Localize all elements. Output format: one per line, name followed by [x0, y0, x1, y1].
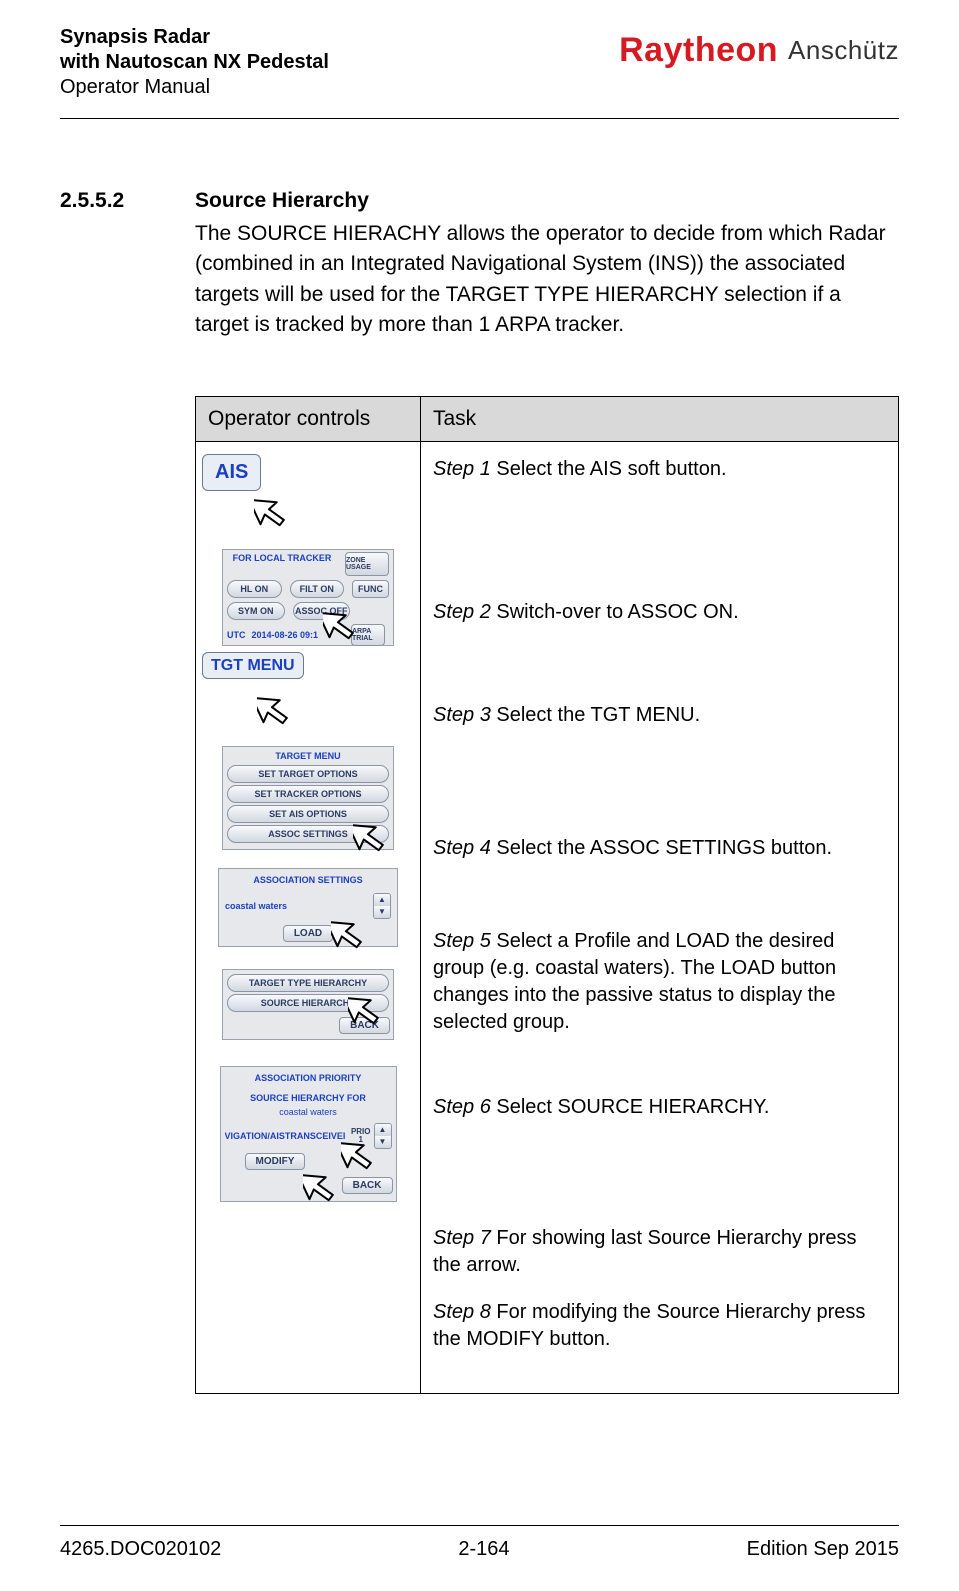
tgt-menu-button[interactable]: TGT MENU [202, 652, 304, 680]
page-footer: 4265.DOC020102 2-164 Edition Sep 2015 [60, 1525, 899, 1561]
section-body: The SOURCE HIERACHY allows the operator … [195, 219, 899, 341]
footer-doc: 4265.DOC020102 [60, 1538, 221, 1561]
association-settings-title: ASSOCIATION SETTINGS [223, 873, 393, 887]
procedure-table: Operator controls Task AIS [195, 396, 899, 1394]
tracker-panel: FOR LOCAL TRACKER ZONE USAGE HL ON FILT … [222, 549, 394, 646]
set-target-options-button[interactable]: SET TARGET OPTIONS [227, 765, 389, 783]
load-button[interactable]: LOAD [283, 925, 333, 942]
brand-raytheon: Raytheon [619, 31, 778, 70]
coastal-waters-label: coastal waters [225, 901, 287, 911]
col-header-task: Task [421, 396, 899, 441]
step-1: Step 1 Select the AIS soft button. [433, 456, 886, 483]
func-button[interactable]: FUNC [352, 580, 389, 598]
pointer-arrow-icon [257, 690, 297, 740]
section-number: 2.5.5.2 [60, 189, 165, 213]
zone-usage-button[interactable]: ZONE USAGE [345, 552, 389, 576]
ais-soft-button[interactable]: AIS [202, 454, 261, 491]
coastal-waters-label-2: coastal waters [221, 1105, 396, 1119]
col-header-controls: Operator controls [196, 396, 421, 441]
header-title-block: Synapsis Radar with Nautoscan NX Pedesta… [60, 25, 329, 100]
hl-on-button[interactable]: HL ON [227, 580, 282, 598]
pointer-arrow-icon [331, 914, 371, 964]
step-2: Step 2 Switch-over to ASSOC ON. [433, 599, 886, 626]
product-line1: Synapsis Radar [60, 25, 329, 50]
utc-date: 2014-08-26 09:1 [246, 630, 319, 640]
pointer-arrow-icon [254, 492, 294, 542]
hierarchy-tabs-panel: TARGET TYPE HIERARCHY SOURCE HIERARCHY B… [222, 969, 394, 1040]
pointer-arrow-icon [353, 817, 393, 867]
pointer-arrow-icon [348, 990, 388, 1040]
step-3: Step 3 Select the TGT MENU. [433, 702, 886, 729]
product-line2: with Nautoscan NX Pedestal [60, 50, 329, 75]
step-5: Step 5 Select a Profile and LOAD the des… [433, 928, 886, 1036]
manual-subtitle: Operator Manual [60, 75, 329, 100]
brand-block: Raytheon Anschütz [619, 25, 899, 70]
target-menu-panel: TARGET MENU SET TARGET OPTIONS SET TRACK… [222, 746, 394, 850]
association-priority-panel: ASSOCIATION PRIORITY SOURCE HIERARCHY FO… [220, 1066, 397, 1202]
footer-edition: Edition Sep 2015 [747, 1538, 899, 1561]
sym-on-button[interactable]: SYM ON [227, 602, 285, 620]
footer-page: 2-164 [458, 1538, 509, 1561]
local-tracker-label: FOR LOCAL TRACKER [223, 550, 341, 578]
pointer-arrow-icon [341, 1135, 381, 1185]
pointer-arrow-icon [323, 605, 363, 655]
page-header: Synapsis Radar with Nautoscan NX Pedesta… [60, 25, 899, 100]
association-settings-panel: ASSOCIATION SETTINGS coastal waters ▲▼ L… [218, 868, 398, 947]
vigation-label: VIGATION/AISTRANSCEIVEI [225, 1131, 348, 1141]
filt-on-button[interactable]: FILT ON [290, 580, 345, 598]
set-tracker-options-button[interactable]: SET TRACKER OPTIONS [227, 785, 389, 803]
pointer-arrow-icon [303, 1167, 343, 1217]
step-4: Step 4 Select the ASSOC SETTINGS button. [433, 835, 886, 862]
brand-anschutz: Anschütz [788, 35, 899, 66]
target-menu-title: TARGET MENU [223, 749, 393, 763]
controls-cell: AIS FOR LOCAL TRACKER ZONE USAGE HL ON [196, 441, 421, 1393]
step-7: Step 7 For showing last Source Hierarchy… [433, 1225, 886, 1279]
profile-spinner[interactable]: ▲▼ [373, 893, 391, 919]
step-8: Step 8 For modifying the Source Hierarch… [433, 1299, 886, 1353]
modify-button[interactable]: MODIFY [245, 1153, 306, 1170]
section-title: Source Hierarchy [195, 189, 369, 213]
step-6: Step 6 Select SOURCE HIERARCHY. [433, 1094, 886, 1121]
header-divider [60, 118, 899, 119]
task-cell: Step 1 Select the AIS soft button. Step … [421, 441, 899, 1393]
utc-label: UTC [227, 630, 246, 640]
source-hierarchy-for-label: SOURCE HIERARCHY FOR [221, 1091, 396, 1105]
association-priority-title: ASSOCIATION PRIORITY [221, 1071, 396, 1085]
